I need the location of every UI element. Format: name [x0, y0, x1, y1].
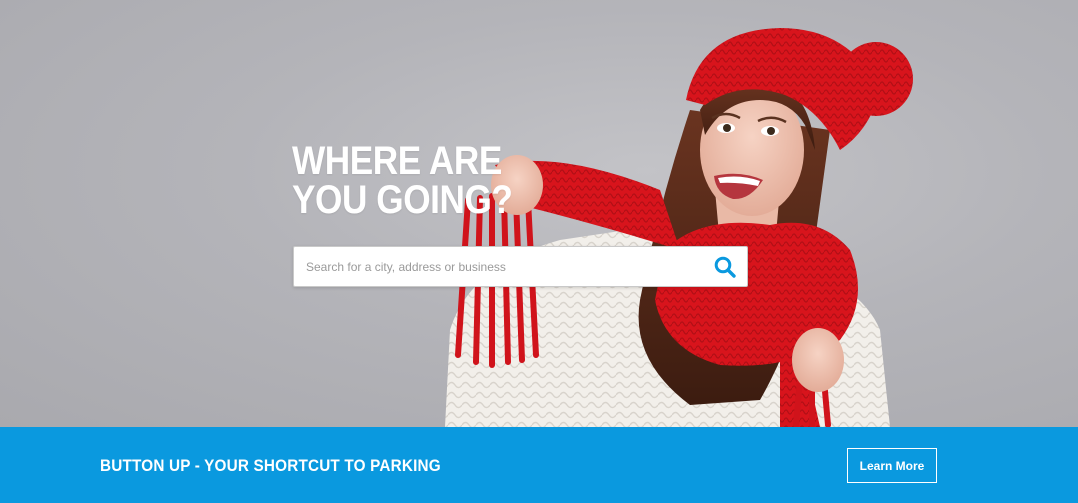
headline-line-1: WHERE ARE	[292, 139, 502, 183]
headline-line-2: YOU GOING?	[292, 178, 513, 222]
promo-banner: BUTTON UP - YOUR SHORTCUT TO PARKING Lea…	[0, 427, 1078, 503]
search-box	[293, 246, 748, 287]
hero-photo	[445, 28, 913, 427]
banner-tagline: BUTTON UP - YOUR SHORTCUT TO PARKING	[100, 456, 441, 475]
search-icon[interactable]	[713, 255, 737, 279]
hero-headline: WHERE ARE YOU GOING?	[292, 139, 513, 222]
hero-section: WHERE ARE YOU GOING?	[0, 0, 1078, 427]
learn-more-button[interactable]: Learn More	[847, 448, 937, 483]
search-input[interactable]	[294, 247, 699, 286]
